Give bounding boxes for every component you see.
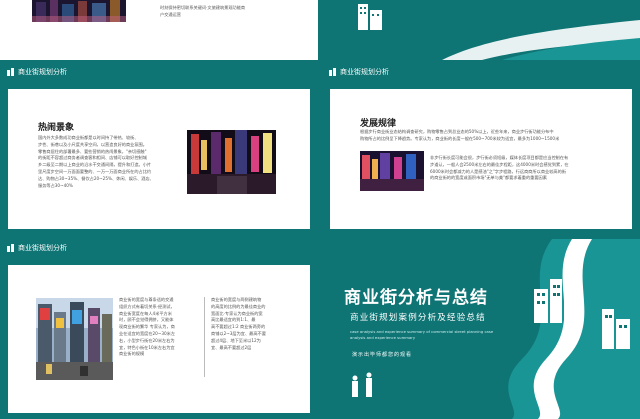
paragraph-line: 宜、最高不要超过2层 [211,344,252,350]
paragraph-line: 的高度的比例的为最佳商业的 [211,303,266,309]
paragraph-line: 商铺以2~3层为宜、最高不要 [211,330,266,336]
paragraph-line: 非步行街长度可能会很，步行街必须短级，媒体长度项目都是应当控制在有 [430,155,569,160]
paragraph-line: 步道认，一般人会2500米左右的最佳步程距，这4000米时会感觉到累，在 [430,161,569,167]
paragraph-line: 右，小型步行街在20米左右为 [119,337,175,343]
paragraph-line: 服务等占30~40% [38,182,73,188]
section-title: 热闹景象 [38,123,75,133]
city-building-icon [6,243,15,252]
paragraph-line: 超过4层、地下至米以12为 [211,337,261,343]
slide-header-label: 商业街规划分析 [18,243,67,252]
main-title: 商业街分析与总结 [344,288,488,308]
city-building-icon [6,67,15,76]
city-night-photo [32,0,126,22]
paragraph-line: 的商业街的的宽度或面积市场"无单与美"都要求着重的重要因素 [430,175,547,181]
top-left-text-line: 户交通运营 [160,11,181,17]
city-building-icon [328,67,337,76]
paragraph-line: 商业街的宽度与尊条适的交通 [119,297,174,302]
paragraph-line: 乡二级至二期以上商业的沿水干交通间隔，提升和打造。小片 [38,162,152,168]
paragraph-line: 组织方式有着切关系·经测试， [119,303,175,309]
street-night-photo [187,130,276,194]
slide-header: 商业街规划分析 [0,63,318,80]
slide-header-label: 商业街规划分析 [340,67,389,76]
slide-mid-right: 商业街规划分析 发展规律 根据步行商业街业态结构调查研究，购物零售占到总业态的5… [322,63,640,235]
slide-top-right [322,0,640,60]
presenter-label: 演示出毕师都您的观看 [352,352,413,358]
paragraph-line: 高不要超过1:2 商业街两旁的 [211,324,266,330]
top-left-text-line: 时刻保持密切联系关键词·文旅建筑景观功能商 [160,5,246,10]
paragraph-line: 里尺度步空间一万面面要整的、一万一万面商业所在的占比约 [38,168,152,174]
paragraph-line: 商业街的规模 [119,351,145,357]
slide-title: 商业街分析与总结 商业街规划案例分析及经验总结 case analysis an… [322,239,640,419]
slide-top-left: 时刻保持密切联系关键词·文旅建筑景观功能商 户交通运营 [0,0,318,60]
slide-header-label: 商业街规划分析 [18,67,67,76]
paragraph-line: 商业街的宽度与两侧建筑物 [211,297,262,302]
english-subtitle-line: analysis and experience summary [350,334,416,340]
paragraph-line: 根据步行商业街业态结构调查研究，购物零售占到总业态的50%以上，近些年来，商业步… [360,129,554,134]
column-divider [204,297,205,377]
paragraph-line: 步性、街巷以及小尺度共享空间，以营造良好的商业氛围。 [38,141,147,147]
slide-mid-left: 商业街规划分析 热闹景象 国内外大多数成功商业街都是以时间持了带热、较街、 步性… [0,63,318,235]
paragraph-line: 现商业街的繁华 专家认为，商 [119,324,175,330]
paragraph-line: 达、购物占30~35%、餐饮占20~25%、休闲、娱乐、酒店、 [38,175,154,181]
section-title: 发展规律 [360,119,397,129]
slide-header: 商业街规划分析 [322,63,640,80]
street-night-photo [360,151,424,191]
paragraph-line: 国内外大多数成功商业街都是以时间持了带热、较街、 [38,135,139,140]
times-square-photo [36,298,113,380]
paragraph-line: 业在适宜的宽度在20~30米左 [119,330,176,336]
people-silhouette-icon [352,372,372,397]
slide-header: 商业街规划分析 [0,239,318,256]
paragraph-line: 购物所占的比例呈下降趋势。专家认为，商业街的长度一般在500~700米较为适宜，… [360,135,560,141]
main-subtitle: 商业街规划案例分析及经验总结 [350,313,486,323]
slide-bottom-left: 商业街规划分析 商业街的宽度与尊条适的交通 组织方式有着切关系·经测试， 商业街… [0,239,318,419]
city-road-illustration [358,4,640,60]
